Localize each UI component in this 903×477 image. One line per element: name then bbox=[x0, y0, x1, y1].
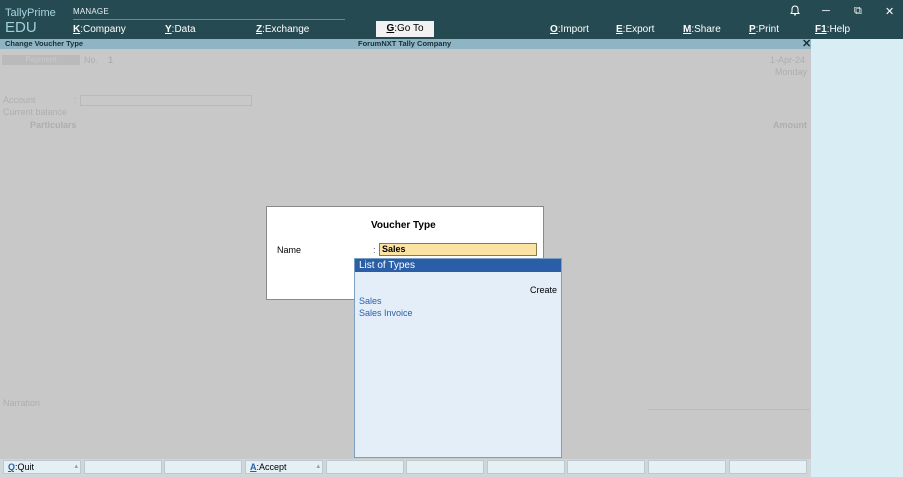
dialog-title: Voucher Type bbox=[371, 220, 436, 231]
button-marker-icon: ▴ bbox=[74, 463, 78, 470]
menu-company[interactable]: K:Company bbox=[73, 24, 126, 35]
name-label: Name bbox=[277, 245, 302, 255]
screen-title: Change Voucher Type bbox=[5, 39, 84, 48]
list-of-types-panel: List of Types Create Sales Sales Invoice bbox=[354, 258, 562, 458]
minimize-icon[interactable]: ─ bbox=[822, 5, 830, 17]
manage-divider bbox=[73, 19, 345, 20]
button-marker-icon: ▴ bbox=[316, 463, 320, 470]
menu-goto-button[interactable]: G:Go To bbox=[376, 21, 434, 37]
particulars-header: Particulars bbox=[30, 120, 77, 130]
account-colon: : bbox=[74, 95, 77, 105]
name-colon: : bbox=[373, 245, 376, 255]
screen-title-bar: Change Voucher Type ForumNXT Tally Compa… bbox=[0, 38, 811, 50]
narration-label: Narration bbox=[3, 398, 41, 408]
menu-share[interactable]: M:Share bbox=[683, 24, 721, 35]
voucher-date: 1-Apr-24 bbox=[770, 55, 806, 65]
bottom-button-bar: Q:Quit ▴ A:Accept ▴ bbox=[0, 459, 811, 477]
brand-name: TallyPrime bbox=[5, 7, 56, 19]
voucher-no-label: No. bbox=[84, 55, 99, 65]
menu-data[interactable]: Y:Data bbox=[165, 24, 196, 35]
manage-label: MANAGE bbox=[73, 7, 109, 16]
empty-button-5[interactable] bbox=[326, 460, 404, 474]
voucher-type-name-input[interactable]: Sales bbox=[379, 243, 537, 256]
create-button[interactable]: Create bbox=[530, 285, 557, 295]
empty-button-6[interactable] bbox=[406, 460, 484, 474]
top-bar: TallyPrime EDU MANAGE K:Company Y:Data Z… bbox=[0, 0, 903, 39]
menu-import[interactable]: O:Import bbox=[550, 24, 589, 35]
total-line bbox=[648, 409, 810, 410]
voucher-type-badge: Payment bbox=[2, 55, 80, 65]
empty-button-10[interactable] bbox=[729, 460, 807, 474]
list-item[interactable]: Sales Invoice bbox=[359, 308, 413, 318]
restore-icon[interactable]: ⧉ bbox=[854, 5, 862, 18]
empty-button-2[interactable] bbox=[84, 460, 162, 474]
close-window-icon[interactable]: ✕ bbox=[885, 5, 894, 18]
company-name: ForumNXT Tally Company bbox=[358, 39, 452, 48]
quit-button[interactable]: Q:Quit ▴ bbox=[3, 460, 81, 474]
account-label: Account bbox=[3, 95, 36, 105]
empty-button-3[interactable] bbox=[164, 460, 242, 474]
account-field bbox=[80, 95, 252, 106]
amount-header: Amount bbox=[773, 120, 807, 130]
empty-button-8[interactable] bbox=[567, 460, 645, 474]
list-item[interactable]: Sales bbox=[359, 296, 382, 306]
menu-help[interactable]: F1:Help bbox=[815, 24, 850, 35]
menu-print[interactable]: P:Print bbox=[749, 24, 779, 35]
menu-export[interactable]: E:Export bbox=[616, 24, 654, 35]
voucher-day: Monday bbox=[775, 67, 808, 77]
empty-button-9[interactable] bbox=[648, 460, 726, 474]
bell-icon[interactable] bbox=[790, 5, 800, 19]
brand-edition: EDU bbox=[5, 19, 37, 36]
button-panel bbox=[811, 39, 903, 477]
menu-exchange[interactable]: Z:Exchange bbox=[256, 24, 309, 35]
voucher-no-value: 1 bbox=[108, 55, 114, 65]
accept-button[interactable]: A:Accept ▴ bbox=[245, 460, 323, 474]
empty-button-7[interactable] bbox=[487, 460, 565, 474]
list-header: List of Types bbox=[355, 259, 561, 272]
current-balance-label: Current balance bbox=[3, 107, 68, 117]
